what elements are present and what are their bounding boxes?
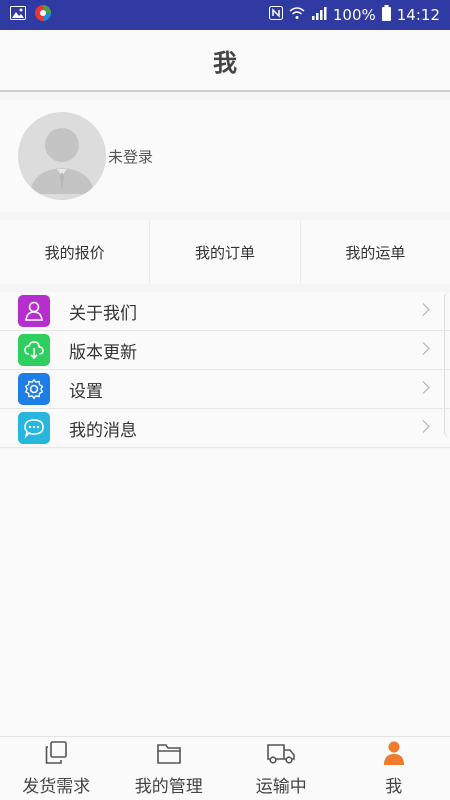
chevron-right-icon (422, 302, 430, 321)
menu-item-label: 我的消息 (69, 420, 137, 441)
wifi-icon (289, 6, 305, 24)
menu-item-label: 版本更新 (69, 342, 137, 363)
cloud-download-icon (18, 334, 50, 366)
person-icon (382, 740, 406, 770)
app-header: 我 (0, 30, 450, 92)
menu-item-label: 设置 (69, 381, 103, 402)
tab-label: 我的管理 (134, 777, 203, 797)
menu-item-version-update[interactable]: 版本更新 (0, 331, 450, 370)
tab-label: 发货需求 (22, 777, 91, 797)
copy-icon (43, 740, 69, 770)
empty-content-area (0, 450, 450, 736)
chat-icon (18, 412, 50, 444)
truck-icon (266, 740, 296, 770)
avatar[interactable] (18, 112, 106, 200)
menu-item-my-messages[interactable]: 我的消息 (0, 409, 450, 448)
tab-shipping-demand[interactable]: 发货需求 (0, 737, 113, 800)
tab-in-transit[interactable]: 运输中 (225, 737, 338, 800)
gear-icon (18, 373, 50, 405)
chevron-right-icon (422, 380, 430, 399)
menu-item-settings[interactable]: 设置 (0, 370, 450, 409)
default-avatar-icon (18, 112, 106, 200)
user-icon (18, 295, 50, 327)
login-status[interactable]: 未登录 (108, 146, 153, 167)
profile-card[interactable]: 未登录 (0, 100, 450, 212)
nfc-icon (268, 6, 283, 24)
signal-icon (311, 6, 327, 24)
tab-label: 我 (385, 777, 403, 797)
settings-menu: 关于我们 版本更新 设置 我的消息 (0, 292, 450, 448)
app-logo-icon (34, 4, 52, 26)
quick-tabs: 我的报价 我的订单 我的运单 (0, 220, 450, 284)
clock: 14:12 (396, 6, 440, 24)
page-title: 我 (213, 48, 237, 77)
bottom-tab-bar: 发货需求 我的管理 运输中 我 (0, 736, 450, 800)
my-orders-button[interactable]: 我的订单 (150, 220, 301, 284)
tab-my-management[interactable]: 我的管理 (113, 737, 226, 800)
my-quotes-button[interactable]: 我的报价 (0, 220, 151, 284)
menu-item-label: 关于我们 (69, 303, 137, 324)
tab-me[interactable]: 我 (338, 737, 450, 800)
tab-label: 运输中 (255, 777, 307, 797)
chevron-right-icon (422, 419, 430, 438)
my-waybills-button[interactable]: 我的运单 (301, 220, 450, 284)
folder-icon (156, 740, 182, 770)
chevron-right-icon (422, 341, 430, 360)
status-bar: 100% 14:12 (0, 0, 450, 30)
menu-item-about-us[interactable]: 关于我们 (0, 292, 450, 331)
battery-icon (381, 5, 391, 25)
gallery-icon (10, 6, 26, 24)
battery-percent: 100% (332, 6, 376, 24)
